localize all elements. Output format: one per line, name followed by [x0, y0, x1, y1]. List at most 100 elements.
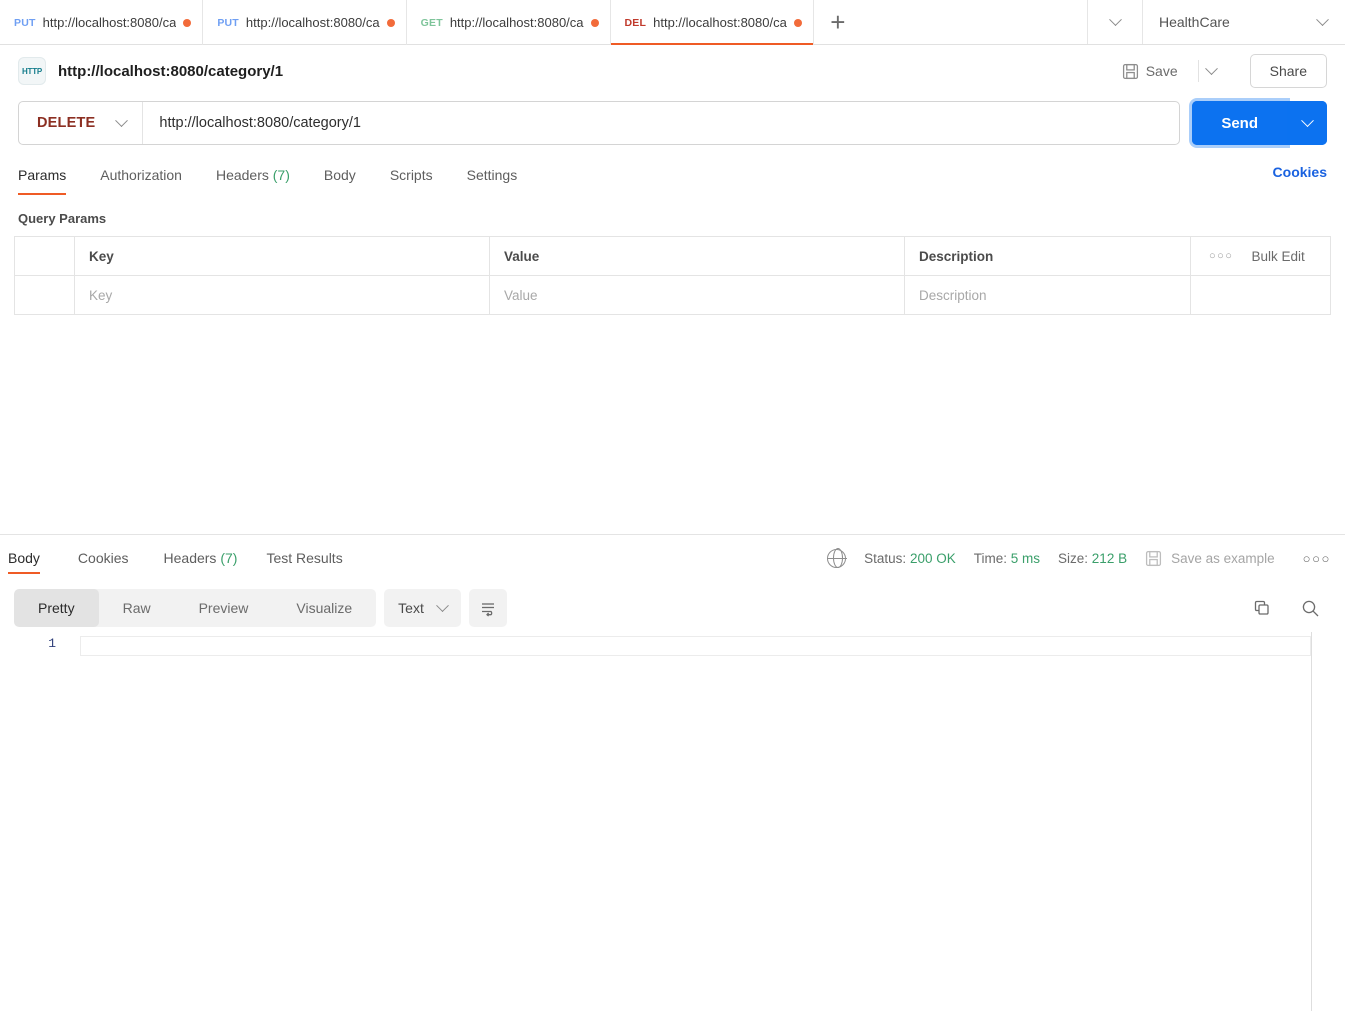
- row-description-cell[interactable]: Description: [904, 275, 1191, 315]
- editor-right-divider: [1311, 632, 1312, 1011]
- view-mode-pretty[interactable]: Pretty: [14, 589, 99, 627]
- request-section-tabs: Params Authorization Headers (7) Body Sc…: [0, 159, 1345, 195]
- save-options-dropdown-button[interactable]: [1197, 60, 1224, 82]
- url-bar-row: DELETE Send: [0, 101, 1345, 145]
- response-format-selector[interactable]: Text: [384, 589, 461, 627]
- send-options-dropdown-button[interactable]: [1287, 101, 1327, 145]
- tab-body[interactable]: Body: [324, 159, 356, 195]
- tab-method-label: PUT: [14, 16, 36, 29]
- tab-authorization-label: Authorization: [100, 167, 182, 183]
- bulk-edit-button[interactable]: Bulk Edit: [1251, 249, 1304, 264]
- chevron-down-icon: [1316, 12, 1329, 26]
- chevron-down-icon: [1204, 61, 1218, 75]
- time-value: 5 ms: [1010, 550, 1041, 566]
- row-actions-cell: [1190, 275, 1331, 315]
- row-checkbox-cell[interactable]: [14, 275, 75, 315]
- tab-method-label: DEL: [624, 16, 647, 29]
- chevron-down-icon: [1108, 12, 1122, 26]
- response-tab-test-results-label: Test Results: [266, 550, 343, 566]
- tab-scripts-label: Scripts: [389, 167, 433, 183]
- unsaved-indicator-icon: [793, 18, 802, 27]
- response-tab-headers-label: Headers: [163, 550, 217, 566]
- view-mode-raw[interactable]: Raw: [99, 589, 175, 627]
- send-button-group: Send: [1192, 101, 1327, 145]
- tab-scripts[interactable]: Scripts: [390, 159, 433, 195]
- request-tab-2[interactable]: PUT http://localhost:8080/ca: [203, 0, 407, 45]
- response-tab-test-results[interactable]: Test Results: [266, 538, 342, 578]
- time-label: Time:: [973, 550, 1007, 566]
- query-params-table: Key Value Description ○○○ Bulk Edit Key …: [14, 236, 1331, 315]
- row-key-cell[interactable]: Key: [74, 275, 490, 315]
- tab-method-label: PUT: [217, 16, 239, 29]
- tab-headers[interactable]: Headers (7): [216, 159, 290, 195]
- view-mode-visualize[interactable]: Visualize: [272, 589, 376, 627]
- response-meta: Status: 200 OK Time: 5 ms Size: 212 B Sa…: [826, 548, 1331, 568]
- tab-authorization[interactable]: Authorization: [100, 159, 182, 195]
- response-body-editor[interactable]: 1: [0, 632, 1345, 1011]
- wrap-lines-button[interactable]: [468, 589, 507, 627]
- response-tab-body-label: Body: [8, 550, 40, 566]
- request-tabs-scroll: PUT http://localhost:8080/ca PUT http://…: [0, 0, 1087, 45]
- response-tab-headers[interactable]: Headers (7): [164, 538, 238, 578]
- response-view-toolbar: Pretty Raw Preview Visualize Text: [0, 588, 1345, 628]
- table-options-icon[interactable]: ○○○: [1209, 250, 1233, 262]
- environment-label: HealthCare: [1159, 14, 1230, 30]
- request-tab-1[interactable]: PUT http://localhost:8080/ca: [0, 0, 204, 45]
- http-icon-label: HTTP: [21, 66, 43, 76]
- save-label: Save: [1145, 63, 1178, 79]
- response-tab-body[interactable]: Body: [8, 538, 40, 578]
- search-button[interactable]: [1299, 597, 1321, 619]
- status-value: 200 OK: [909, 550, 956, 566]
- response-time: Time: 5 ms: [974, 551, 1040, 566]
- save-button[interactable]: Save: [1122, 63, 1178, 80]
- copy-icon: [1254, 600, 1269, 615]
- table-header-row: Key Value Description ○○○ Bulk Edit: [14, 236, 1331, 276]
- query-params-heading: Query Params: [18, 211, 107, 226]
- http-protocol-icon: HTTP: [18, 57, 46, 85]
- wrap-lines-icon: [481, 603, 494, 617]
- tab-settings[interactable]: Settings: [467, 159, 518, 195]
- tab-url-label: http://localhost:8080/ca: [245, 15, 380, 30]
- unsaved-indicator-icon: [183, 18, 192, 27]
- tab-url-label: http://localhost:8080/ca: [653, 15, 787, 30]
- chevron-down-icon: [435, 598, 449, 612]
- tab-list-dropdown-button[interactable]: [1087, 0, 1142, 44]
- url-input[interactable]: [143, 115, 1180, 131]
- new-tab-button[interactable]: +: [814, 0, 862, 44]
- request-tab-4[interactable]: DEL http://localhost:8080/ca: [610, 0, 814, 45]
- view-mode-preview[interactable]: Preview: [175, 589, 273, 627]
- editor-line-1[interactable]: [80, 636, 1311, 656]
- response-options-icon[interactable]: ○○○: [1303, 551, 1331, 566]
- request-tab-bar: PUT http://localhost:8080/ca PUT http://…: [0, 0, 1345, 45]
- response-tab-cookies[interactable]: Cookies: [78, 538, 129, 578]
- editor-line-numbers: 1: [48, 636, 56, 651]
- environment-selector[interactable]: HealthCare: [1142, 0, 1345, 44]
- unsaved-indicator-icon: [386, 18, 395, 27]
- cookies-link[interactable]: Cookies: [1273, 164, 1327, 190]
- copy-button[interactable]: [1251, 597, 1273, 619]
- response-size: Size: 212 B: [1058, 551, 1127, 566]
- tab-headers-label: Headers: [215, 167, 269, 183]
- share-button[interactable]: Share: [1249, 54, 1327, 88]
- tab-params[interactable]: Params: [18, 159, 67, 195]
- chevron-down-icon: [115, 113, 129, 127]
- tab-body-label: Body: [323, 167, 356, 183]
- unsaved-indicator-icon: [590, 18, 599, 27]
- send-button[interactable]: Send: [1192, 101, 1287, 145]
- request-title-row: HTTP http://localhost:8080/category/1 Sa…: [0, 45, 1345, 97]
- response-view-mode-group: Pretty Raw Preview Visualize: [14, 589, 377, 627]
- table-row: Key Value Description: [14, 275, 1331, 315]
- column-header-actions: ○○○ Bulk Edit: [1190, 236, 1331, 276]
- row-value-cell[interactable]: Value: [489, 275, 905, 315]
- size-value: 212 B: [1091, 550, 1128, 566]
- response-tab-headers-count: (7): [220, 550, 238, 566]
- tab-settings-label: Settings: [466, 167, 518, 183]
- tab-params-label: Params: [18, 167, 67, 183]
- tab-method-label: GET: [420, 16, 443, 29]
- request-tab-3[interactable]: GET http://localhost:8080/ca: [407, 0, 611, 45]
- save-as-example-button[interactable]: Save as example: [1145, 550, 1275, 567]
- response-toolbar-right: [1251, 597, 1331, 619]
- save-as-example-label: Save as example: [1171, 550, 1275, 566]
- http-method-selector[interactable]: DELETE: [19, 102, 144, 144]
- response-tab-cookies-label: Cookies: [77, 550, 129, 566]
